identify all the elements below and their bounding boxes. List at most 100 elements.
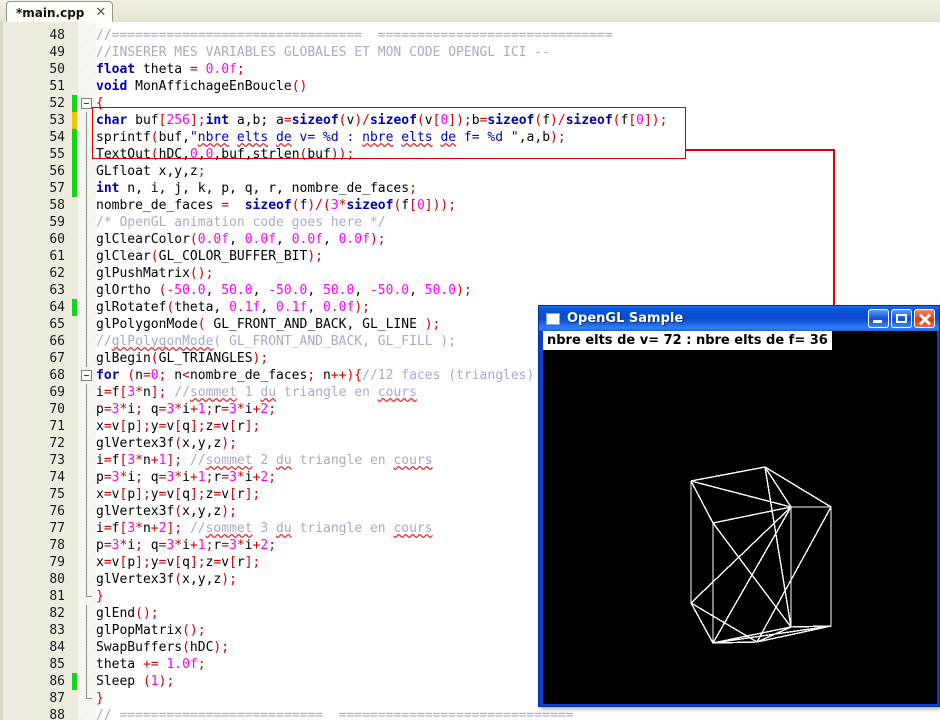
line-number: 53 bbox=[49, 113, 65, 128]
code-line[interactable]: glVertex3f(x,y,z); bbox=[96, 503, 237, 520]
fold-guide-line bbox=[86, 163, 87, 180]
code-line[interactable]: glRotatef(theta, 0.1f, 0.1f, 0.0f); bbox=[96, 299, 370, 316]
code-line[interactable]: x=v[p];y=v[q];z=v[r]; bbox=[96, 554, 260, 571]
code-line[interactable]: } bbox=[96, 588, 104, 605]
code-line[interactable]: void MonAffichageEnBoucle() bbox=[96, 78, 307, 95]
code-line[interactable]: glPopMatrix(); bbox=[96, 622, 206, 639]
close-button[interactable] bbox=[914, 309, 935, 328]
line-number: 87 bbox=[49, 691, 65, 706]
code-line[interactable]: i=f[3*n+2]; //sommet 3 du triangle en co… bbox=[96, 520, 433, 537]
code-line[interactable]: glBegin(GL_TRIANGLES); bbox=[96, 350, 268, 367]
code-line[interactable]: // ========================== ==========… bbox=[96, 707, 573, 720]
line-number: 78 bbox=[49, 538, 65, 553]
line-number: 76 bbox=[49, 504, 65, 519]
code-line[interactable]: glVertex3f(x,y,z); bbox=[96, 571, 237, 588]
change-marker bbox=[72, 299, 77, 316]
minimize-button[interactable] bbox=[868, 309, 889, 328]
screen: *main.cpp ✕ 48 49 50 51 52 53 54 55 56 57 58 59 60 61… bbox=[0, 0, 940, 723]
tab-main-cpp[interactable]: *main.cpp ✕ bbox=[6, 1, 114, 23]
code-line[interactable]: { bbox=[96, 95, 104, 112]
code-line[interactable]: nombre_de_faces = sizeof(f)/(3*sizeof(f[… bbox=[96, 197, 456, 214]
line-number: 59 bbox=[49, 215, 65, 230]
line-number: 48 bbox=[49, 28, 65, 43]
code-line[interactable]: p=3*i; q=3*i+1;r=3*i+2; bbox=[96, 469, 276, 486]
code-line[interactable]: glOrtho (-50.0, 50.0, -50.0, 50.0, -50.0… bbox=[96, 282, 472, 299]
opengl-render-client-area[interactable]: nbre elts de v= 72 : nbre elts de f= 36 bbox=[543, 331, 937, 704]
code-line[interactable]: /* OpenGL animation code goes here */ bbox=[96, 214, 386, 231]
code-line[interactable]: for (n=0; n<nombre_de_faces; n++){//12 f… bbox=[96, 367, 534, 384]
code-line[interactable]: //================================ =====… bbox=[96, 27, 613, 44]
line-number: 70 bbox=[49, 402, 65, 417]
line-number: 85 bbox=[49, 657, 65, 672]
fold-collapse-icon[interactable] bbox=[81, 98, 92, 109]
line-number: 73 bbox=[49, 453, 65, 468]
change-marker bbox=[72, 129, 77, 146]
code-line[interactable]: i=f[3*n]; //sommet 1 du triangle en cour… bbox=[96, 384, 417, 401]
line-number: 61 bbox=[49, 249, 65, 264]
fold-guide-line bbox=[86, 146, 87, 163]
opengl-sample-window[interactable]: OpenGL Sample nbre elts de v= 72: nbre … bbox=[538, 305, 940, 707]
line-number: 50 bbox=[49, 62, 65, 77]
fold-guide-end bbox=[86, 698, 92, 699]
fold-guide-line bbox=[86, 333, 87, 350]
code-line[interactable]: p=3*i; q=3*i+1;r=3*i+2; bbox=[96, 537, 276, 554]
line-number: 68 bbox=[49, 368, 65, 383]
code-line[interactable]: Sleep (1); bbox=[96, 673, 174, 690]
window-title-bar[interactable]: OpenGL Sample bbox=[539, 306, 939, 331]
fold-guide-line bbox=[86, 469, 87, 486]
code-line[interactable]: glEnd(); bbox=[96, 605, 159, 622]
code-line[interactable]: glClear(GL_COLOR_BUFFER_BIT); bbox=[96, 248, 323, 265]
code-line[interactable]: x=v[p];y=v[q];z=v[r]; bbox=[96, 486, 260, 503]
change-marker-bar bbox=[71, 22, 78, 720]
line-number: 51 bbox=[49, 79, 65, 94]
line-number: 84 bbox=[49, 640, 65, 655]
fold-guide-line bbox=[86, 435, 87, 452]
code-line[interactable]: glClearColor(0.0f, 0.0f, 0.0f, 0.0f); bbox=[96, 231, 386, 248]
fold-guide-line bbox=[86, 129, 87, 146]
code-line[interactable]: float theta = 0.0f; bbox=[96, 61, 245, 78]
code-line[interactable]: TextOut(hDC,0,0,buf,strlen(buf)); bbox=[96, 146, 354, 163]
line-number: 67 bbox=[49, 351, 65, 366]
code-line[interactable]: SwapBuffers(hDC); bbox=[96, 639, 229, 656]
window-controls bbox=[868, 309, 935, 328]
line-number: 74 bbox=[49, 470, 65, 485]
line-number-gutter: 48 49 50 51 52 53 54 55 56 57 58 59 60 61 62 63 64 65 66 67… bbox=[3, 22, 71, 723]
fold-guide-line bbox=[86, 639, 87, 656]
code-line[interactable]: glPolygonMode( GL_FRONT_AND_BACK, GL_LIN… bbox=[96, 316, 440, 333]
code-line[interactable]: } bbox=[96, 690, 104, 707]
fold-guide-line bbox=[86, 401, 87, 418]
line-number: 71 bbox=[49, 419, 65, 434]
fold-guide-line bbox=[86, 350, 87, 367]
line-number: 82 bbox=[49, 606, 65, 621]
line-number: 55 bbox=[49, 147, 65, 162]
code-line[interactable]: glVertex3f(x,y,z); bbox=[96, 435, 237, 452]
code-line[interactable]: //INSERER MES VARIABLES GLOBALES ET MON … bbox=[96, 44, 550, 61]
line-number: 65 bbox=[49, 317, 65, 332]
code-line[interactable]: int n, i, j, k, p, q, r, nombre_de_faces… bbox=[96, 180, 417, 197]
line-number: 62 bbox=[49, 266, 65, 281]
line-number: 77 bbox=[49, 521, 65, 536]
change-marker bbox=[72, 673, 77, 690]
line-number: 83 bbox=[49, 623, 65, 638]
code-line[interactable]: GLfloat x,y,z; bbox=[96, 163, 206, 180]
change-marker bbox=[72, 95, 77, 112]
fold-guide-line bbox=[86, 112, 87, 129]
code-line[interactable]: //glPolygonMode( GL_FRONT_AND_BACK, GL_F… bbox=[96, 333, 456, 350]
fold-guide-line bbox=[86, 384, 87, 401]
code-line[interactable]: theta += 1.0f; bbox=[96, 656, 206, 673]
editor-tab-bar: *main.cpp ✕ bbox=[0, 0, 940, 23]
line-number: 56 bbox=[49, 164, 65, 179]
maximize-button[interactable] bbox=[891, 309, 912, 328]
code-line[interactable]: sprintf(buf,"nbre elts de v= %d : nbre e… bbox=[96, 129, 566, 146]
code-line[interactable]: x=v[p];y=v[q];z=v[r]; bbox=[96, 418, 260, 435]
fold-collapse-icon[interactable] bbox=[81, 370, 92, 381]
close-icon[interactable]: ✕ bbox=[95, 5, 106, 20]
code-line[interactable]: char buf[256];int a,b; a=sizeof(v)/sizeo… bbox=[96, 112, 667, 129]
fold-guide-line bbox=[86, 554, 87, 571]
code-line[interactable]: glPushMatrix(); bbox=[96, 265, 213, 282]
code-line[interactable]: i=f[3*n+1]; //sommet 2 du triangle en co… bbox=[96, 452, 433, 469]
code-folding-column[interactable] bbox=[78, 22, 96, 720]
line-number: 86 bbox=[49, 674, 65, 689]
code-line[interactable]: p=3*i; q=3*i+1;r=3*i+2; bbox=[96, 401, 276, 418]
fold-guide-line bbox=[86, 673, 87, 690]
